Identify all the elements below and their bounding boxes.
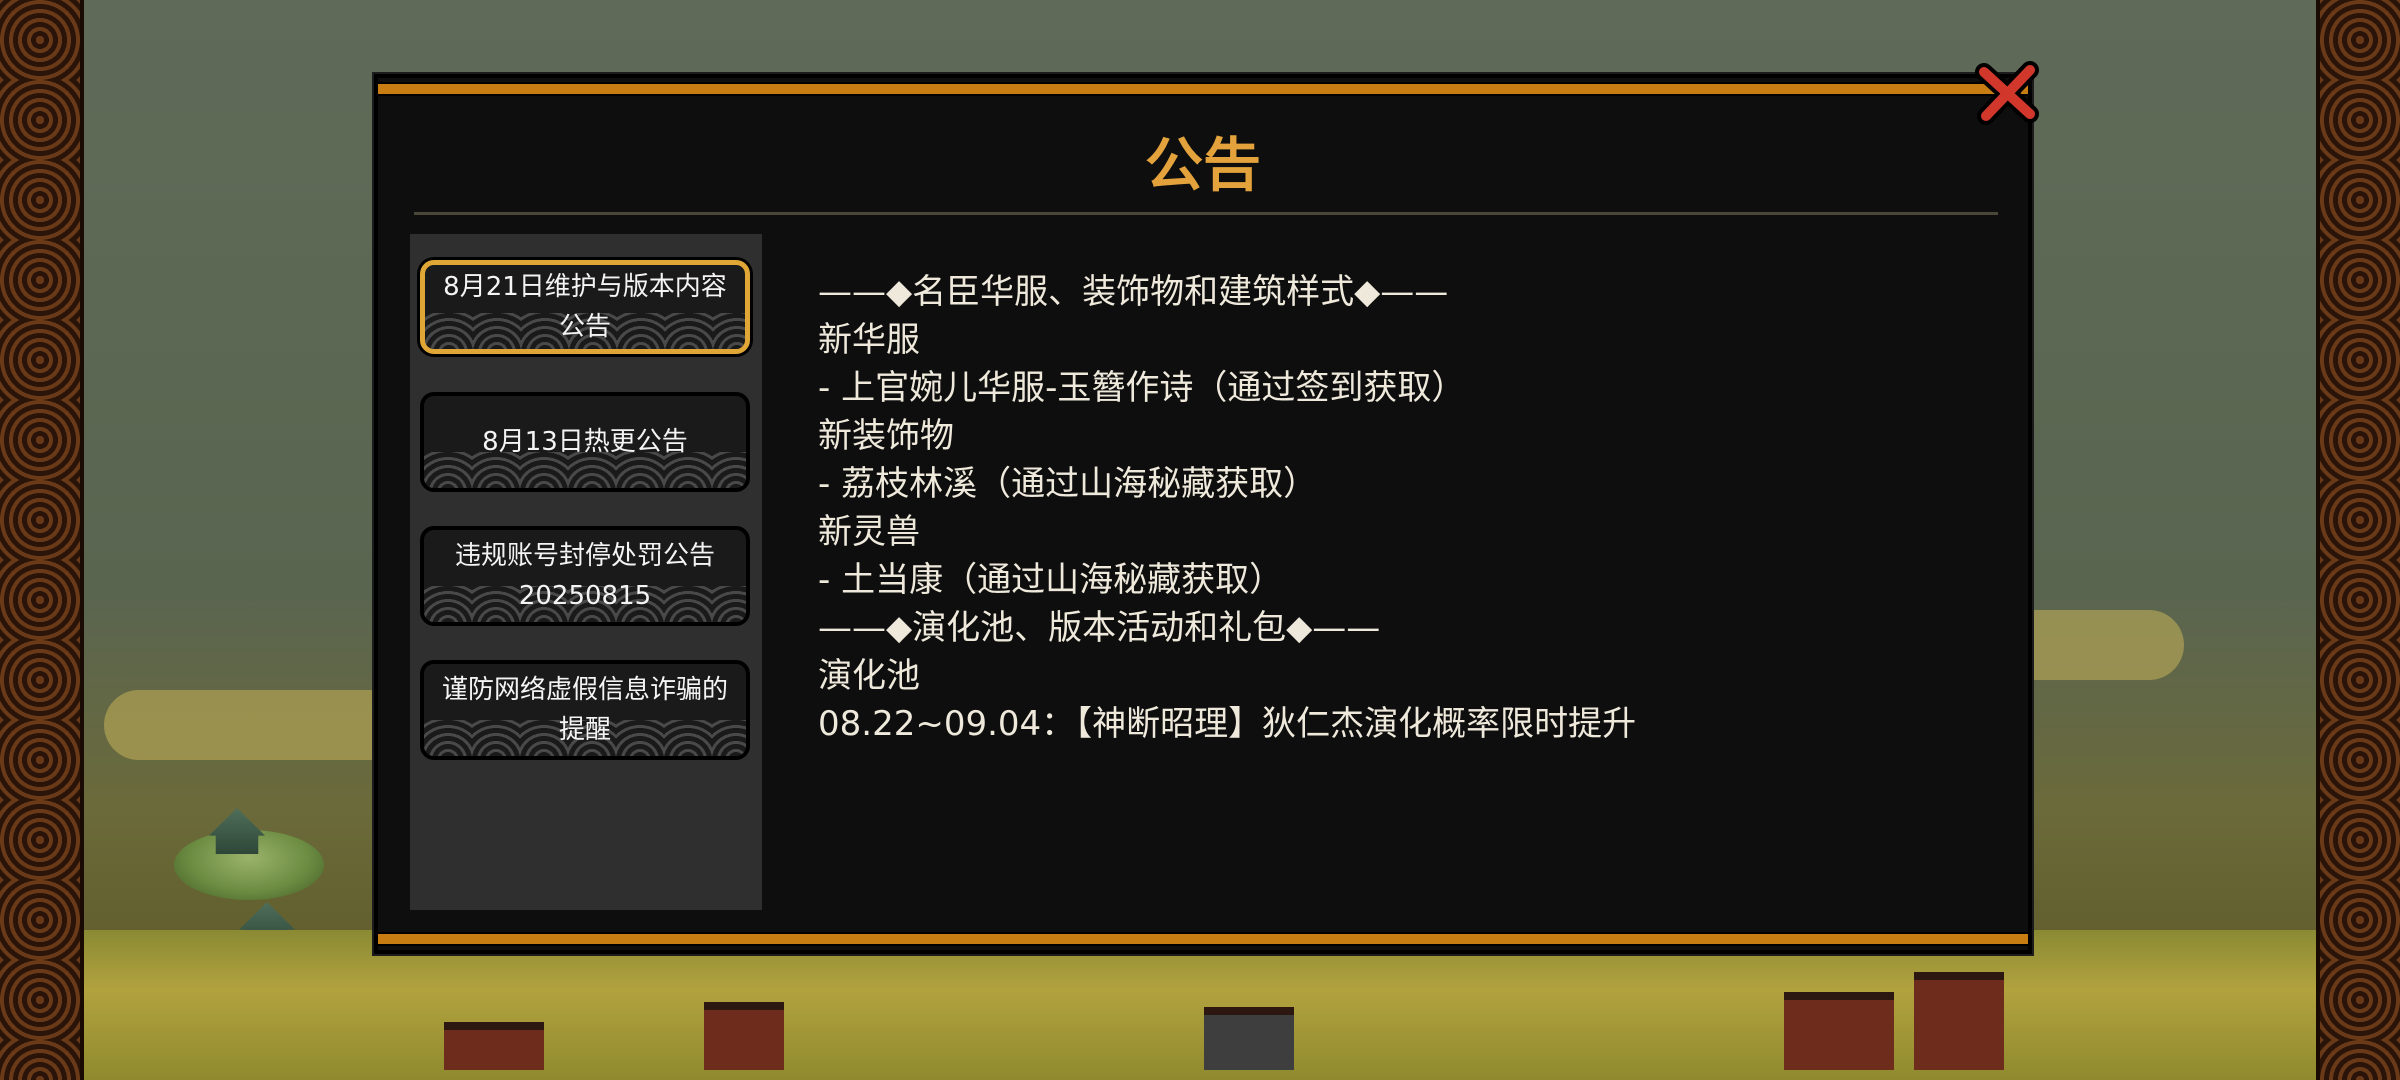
tab-label: 谨防网络虚假信息诈骗的提醒	[441, 675, 728, 745]
title-divider	[414, 212, 1998, 215]
announcement-dialog: 公告 8月21日维护与版本内容公告 8月13日热更公告 违规账号封停处罚公告20…	[374, 74, 2032, 954]
content-line: 演化池	[818, 656, 920, 696]
content-fade	[818, 888, 1978, 910]
content-line: ——◆演化池、版本活动和礼包◆——	[818, 608, 1381, 648]
announcement-list: 8月21日维护与版本内容公告 8月13日热更公告 违规账号封停处罚公告20250…	[410, 234, 762, 910]
ornamental-left-border	[0, 0, 84, 1080]
close-icon[interactable]	[1974, 60, 2042, 126]
dialog-top-bar	[378, 82, 2028, 96]
content-line: 新装饰物	[818, 416, 954, 456]
content-line: - 土当康（通过山海秘藏获取）	[818, 560, 1284, 600]
dialog-bottom-bar	[378, 932, 2028, 946]
content-line: - 荔枝林溪（通过山海秘藏获取）	[818, 464, 1318, 504]
tab-label: 8月13日热更公告	[482, 427, 688, 457]
cloud	[104, 690, 404, 760]
content-line: - 上官婉儿华服-玉簪作诗（通过签到获取）	[818, 368, 1466, 408]
content-line: ——◆名臣华服、装饰物和建筑样式◆——	[818, 272, 1449, 312]
dialog-title: 公告	[1144, 131, 1261, 199]
announcement-tab-fraud-warning[interactable]: 谨防网络虚假信息诈骗的提醒	[420, 660, 750, 760]
building	[1914, 972, 2004, 1070]
tab-label: 违规账号封停处罚公告20250815	[454, 541, 715, 611]
building	[1204, 1007, 1294, 1070]
tab-label: 8月21日维护与版本内容公告	[443, 272, 727, 342]
announcement-content[interactable]: ——◆名臣华服、装饰物和建筑样式◆—— 新华服 - 上官婉儿华服-玉簪作诗（通过…	[818, 268, 1978, 910]
announcement-tab-hotfix[interactable]: 8月13日热更公告	[420, 392, 750, 492]
building	[1784, 992, 1894, 1070]
announcement-tab-ban-notice[interactable]: 违规账号封停处罚公告20250815	[420, 526, 750, 626]
hut	[209, 808, 265, 854]
announcement-tab-maintenance[interactable]: 8月21日维护与版本内容公告	[420, 260, 750, 354]
building	[444, 1022, 544, 1070]
content-line: 新灵兽	[818, 512, 920, 552]
building	[704, 1002, 784, 1070]
content-line: 新华服	[818, 320, 920, 360]
content-line: 08.22~09.04：【神断昭理】狄仁杰演化概率限时提升	[818, 704, 1637, 744]
ornamental-right-border	[2316, 0, 2400, 1080]
